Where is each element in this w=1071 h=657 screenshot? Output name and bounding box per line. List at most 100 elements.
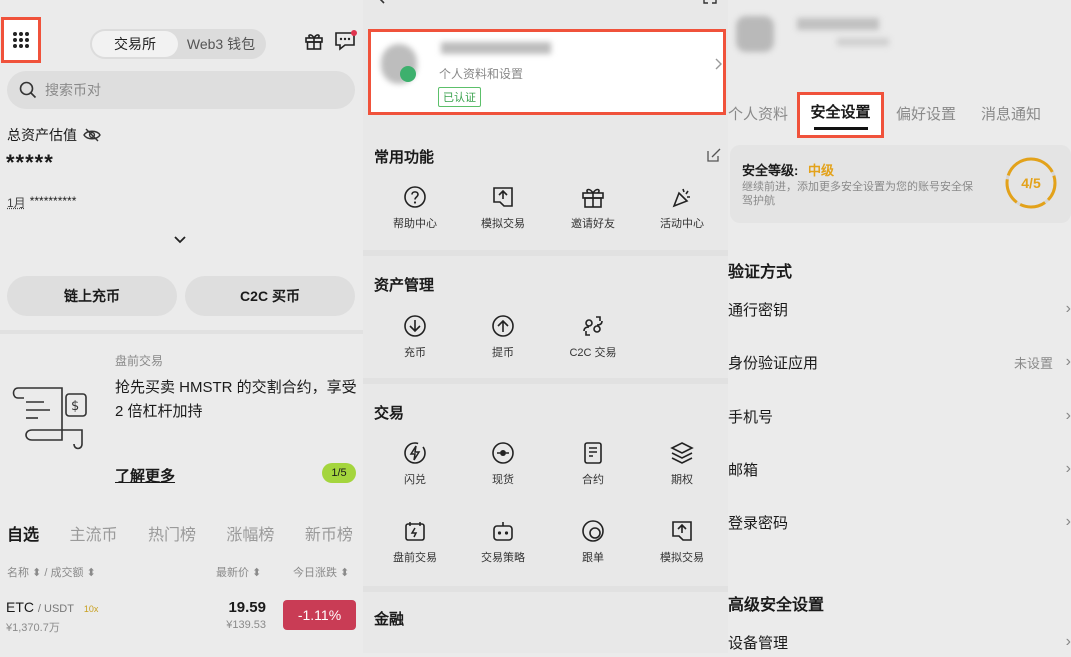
tab-security[interactable]: 安全设置: [797, 92, 884, 138]
row-symbol: ETC: [6, 599, 34, 615]
profile-subtitle: 个人资料和设置: [439, 67, 524, 81]
gift-icon[interactable]: [304, 31, 324, 51]
table-row[interactable]: ETC / USDT 10x: [6, 599, 98, 615]
spot-icon: [492, 442, 514, 464]
menu-grid-button[interactable]: [1, 17, 41, 63]
row-passkey[interactable]: 通行密钥 ›: [728, 294, 1071, 324]
demo-trade-icon: [672, 521, 692, 541]
chevron-right-icon: ›: [1065, 460, 1071, 477]
search-icon: [19, 81, 37, 99]
verify-methods-title: 验证方式: [728, 264, 793, 281]
row-quote: / USDT: [37, 603, 74, 615]
username-redacted: [797, 18, 879, 30]
func-spot[interactable]: 现货: [463, 441, 543, 487]
row-price: 19.59: [228, 599, 266, 616]
chevron-right-icon: ›: [1065, 407, 1071, 424]
contract-scroll-illustration: $: [12, 387, 87, 450]
chevron-down-icon[interactable]: [174, 236, 186, 244]
user-center-screen: 个人资料和设置 已认证 常用功能 帮助中心 模拟交易 邀请好友 活动中心 资产管…: [363, 0, 728, 653]
score-text: 4/5: [1021, 175, 1041, 191]
level-value: 中级: [807, 163, 834, 178]
onchain-deposit-button[interactable]: 链上充币: [7, 276, 177, 316]
divider: [363, 378, 728, 384]
gift-icon: [582, 188, 604, 208]
username-redacted: [441, 42, 551, 54]
tab-exchange[interactable]: 交易所: [92, 31, 178, 57]
promo-pager: 1/5: [322, 463, 356, 483]
message-icon[interactable]: [334, 30, 358, 52]
func-flash-convert[interactable]: 闪兑: [375, 441, 455, 487]
grid-icon: [13, 32, 29, 48]
change-badge[interactable]: -1.11%: [283, 600, 356, 630]
tab-gainers[interactable]: 涨幅榜: [226, 527, 274, 544]
func-deposit[interactable]: 充币: [375, 314, 455, 360]
row-phone[interactable]: 手机号 ›: [728, 401, 1071, 431]
edit-icon[interactable]: [706, 147, 722, 163]
chevron-right-icon: [715, 58, 722, 70]
tab-hot[interactable]: 热门榜: [148, 527, 196, 544]
func-demo-trading[interactable]: 模拟交易: [463, 185, 543, 231]
asset-value: *****: [6, 150, 54, 175]
func-copy-trading[interactable]: 跟单: [553, 519, 633, 565]
learn-more-link[interactable]: 了解更多: [115, 465, 175, 486]
svg-text:$: $: [71, 399, 79, 414]
func-demo-trading-2[interactable]: 模拟交易: [642, 519, 722, 565]
deposit-icon: [404, 315, 426, 337]
authenticator-status: 未设置: [1013, 355, 1053, 371]
help-icon: [404, 186, 426, 208]
eye-off-icon[interactable]: [83, 128, 101, 142]
func-options[interactable]: 期权: [642, 441, 722, 487]
row-email[interactable]: 邮箱 ›: [728, 454, 1071, 484]
tab-mainstream[interactable]: 主流币: [69, 527, 117, 544]
column-header-price[interactable]: 最新价 ⬍: [216, 564, 261, 580]
func-premarket[interactable]: 盘前交易: [375, 519, 455, 565]
search-input[interactable]: 搜索币对: [7, 71, 355, 109]
exchange-home-screen: 交易所 Web3 钱包 搜索币对 总资产估值 ***** 1月 ********…: [0, 0, 363, 653]
row-authenticator[interactable]: 身份验证应用 未设置 ›: [728, 347, 1071, 377]
section-title-finance: 金融: [374, 611, 405, 628]
row-login-password[interactable]: 登录密码 ›: [728, 507, 1071, 537]
notification-dot: [351, 30, 357, 36]
func-futures[interactable]: 合约: [553, 441, 633, 487]
c2c-buy-button[interactable]: C2C 买币: [185, 276, 355, 316]
section-title-trading: 交易: [374, 405, 405, 422]
active-tab-underline: [813, 126, 868, 130]
search-placeholder: 搜索币对: [45, 82, 101, 98]
func-help-center[interactable]: 帮助中心: [375, 185, 455, 231]
chevron-right-icon: ›: [1065, 513, 1071, 530]
tab-new-listings[interactable]: 新币榜: [305, 527, 353, 544]
promo-tag: 盘前交易: [115, 354, 164, 368]
avatar-badge: [400, 66, 416, 82]
chevron-right-icon: ›: [1065, 300, 1071, 317]
section-title-assets: 资产管理: [374, 277, 435, 294]
func-activity-center[interactable]: 活动中心: [642, 185, 722, 231]
premarket-icon: [405, 522, 425, 541]
month-pnl: 1月 **********: [7, 194, 77, 210]
divider: [363, 586, 728, 592]
column-header-change[interactable]: 今日涨跌 ⬍: [293, 564, 349, 580]
level-description: 继续前进，添加更多安全设置为您的账号安全保驾护航: [742, 181, 973, 207]
func-c2c-trade[interactable]: C2C 交易: [553, 314, 633, 360]
profile-card[interactable]: 个人资料和设置 已认证: [368, 29, 726, 115]
c2c-icon: [583, 316, 603, 336]
func-trading-bot[interactable]: 交易策略: [463, 519, 543, 565]
party-icon: [672, 188, 690, 208]
column-header-name[interactable]: 名称 ⬍ / 成交额 ⬍: [7, 564, 96, 580]
back-icon[interactable]: [377, 0, 387, 4]
tab-favorites[interactable]: 自选: [7, 527, 39, 544]
security-level-card: 安全等级: 中级 继续前进，添加更多安全设置为您的账号安全保驾护航 4/5: [730, 145, 1071, 223]
func-withdraw[interactable]: 提币: [463, 314, 543, 360]
divider: [0, 330, 363, 334]
tab-notifications[interactable]: 消息通知: [981, 103, 1041, 124]
tab-profile[interactable]: 个人资料: [728, 103, 788, 124]
row-price-cny: ¥139.53: [226, 619, 266, 631]
row-volume: ¥1,370.7万: [6, 622, 60, 634]
tab-web3-wallet[interactable]: Web3 钱包: [178, 31, 264, 57]
advanced-security-title: 高级安全设置: [728, 597, 825, 614]
tab-preferences[interactable]: 偏好设置: [896, 103, 956, 124]
func-invite-friends[interactable]: 邀请好友: [553, 185, 633, 231]
scan-icon[interactable]: [703, 0, 717, 4]
chevron-right-icon: ›: [1065, 633, 1071, 650]
promo-text: 抢先买卖 HMSTR 的交割合约，享受 2 倍杠杆加持: [115, 379, 357, 420]
user-id-redacted: [837, 38, 889, 46]
